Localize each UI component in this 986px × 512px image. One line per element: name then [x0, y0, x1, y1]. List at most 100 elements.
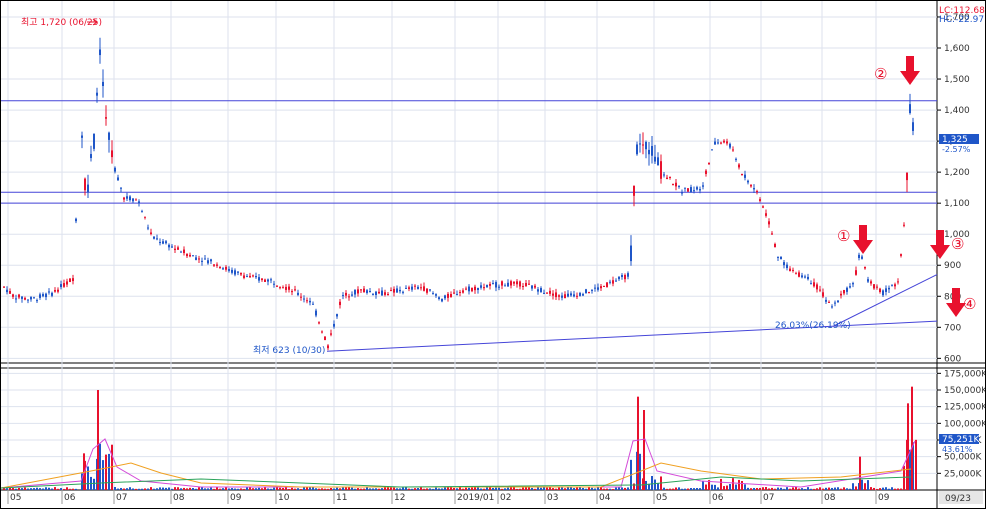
- volume-bar: [618, 487, 620, 490]
- volume-bar: [246, 487, 248, 490]
- candle-body: [858, 254, 860, 259]
- volume-bar: [726, 485, 728, 490]
- candle-body: [804, 276, 806, 278]
- volume-bar: [447, 487, 449, 490]
- candle-body: [624, 274, 626, 280]
- candle-body: [567, 293, 569, 297]
- candle-body: [144, 216, 146, 218]
- volume-bar: [162, 487, 164, 490]
- volume-bar: [870, 487, 872, 490]
- price-tick-label: 1,500: [944, 75, 970, 85]
- volume-bar: [867, 480, 869, 490]
- candle-body: [546, 292, 548, 294]
- date-label: 11: [336, 493, 347, 503]
- candle-body: [780, 256, 782, 260]
- candle-body: [432, 293, 434, 295]
- volume-bar: [18, 487, 20, 490]
- volume-bar: [585, 488, 587, 490]
- candle-body: [429, 289, 431, 291]
- candle-body: [402, 291, 404, 293]
- low-annotation: 최저 623 (10/30): [253, 345, 325, 356]
- candle-body: [297, 292, 299, 295]
- volume-bar: [891, 487, 893, 490]
- volume-bar: [30, 488, 32, 490]
- volume-bar: [873, 487, 875, 490]
- candle-body: [3, 286, 5, 288]
- volume-bar: [402, 487, 404, 490]
- candle-body: [468, 286, 470, 292]
- volume-bar: [471, 487, 473, 490]
- candle-body: [435, 294, 437, 296]
- volume-bar: [72, 488, 74, 490]
- candle-body: [96, 92, 98, 96]
- volume-bar: [504, 488, 506, 490]
- volume-bar: [747, 487, 749, 490]
- volume-bar: [300, 488, 302, 490]
- volume-bar: [360, 488, 362, 490]
- candle-body: [846, 287, 848, 292]
- candle-body: [507, 282, 509, 287]
- volume-bar: [132, 488, 134, 490]
- volume-bar: [516, 488, 518, 490]
- candle-body: [630, 245, 632, 262]
- candle-body: [642, 144, 644, 146]
- volume-bar: [627, 487, 629, 490]
- volume-bar: [846, 488, 848, 490]
- current-date: 09/23: [945, 494, 971, 504]
- volume-bar: [759, 487, 761, 490]
- candle-body: [561, 295, 563, 298]
- volume-bar: [117, 488, 119, 490]
- volume-bar: [429, 488, 431, 490]
- volume-bar: [330, 487, 332, 490]
- volume-bar: [273, 487, 275, 490]
- candle-body: [423, 286, 425, 291]
- volume-bar: [153, 488, 155, 490]
- volume-bar: [675, 487, 677, 490]
- date-label: 09: [230, 493, 242, 503]
- volume-bar: [198, 487, 200, 490]
- candle-body: [165, 241, 167, 244]
- volume-bar: [420, 487, 422, 490]
- candle-body: [774, 243, 776, 248]
- candle-body: [246, 276, 248, 278]
- candle-body: [243, 275, 245, 278]
- candle-body: [189, 254, 191, 257]
- volume-bar: [594, 488, 596, 490]
- candle-body: [255, 276, 257, 278]
- candle-body: [375, 291, 377, 296]
- volume-bar: [381, 488, 383, 490]
- current-volume: 75,251K: [942, 435, 980, 445]
- volume-bar: [663, 487, 665, 490]
- candle-body: [597, 287, 599, 290]
- candle-body: [90, 154, 92, 159]
- volume-bar: [294, 488, 296, 490]
- candle-body: [861, 256, 863, 259]
- candle-body: [138, 201, 140, 203]
- candle-body: [27, 299, 29, 301]
- candle-body: [360, 289, 362, 291]
- candle-body: [324, 336, 326, 340]
- candle-body: [117, 177, 119, 181]
- candle-body: [333, 323, 335, 327]
- volume-bar: [69, 488, 71, 490]
- candle-body: [345, 292, 347, 296]
- date-label: 05: [10, 493, 21, 503]
- volume-bar: [549, 487, 551, 490]
- volume-bar: [141, 488, 143, 490]
- volume-bar: [855, 486, 857, 490]
- volume-bar: [189, 487, 191, 490]
- candle-body: [681, 192, 683, 194]
- candle-body: [813, 282, 815, 287]
- candle-body: [783, 262, 785, 266]
- candle-body: [51, 292, 53, 296]
- volume-bar: [249, 487, 251, 490]
- volume-bar: [288, 488, 290, 490]
- volume-bar: [774, 488, 776, 490]
- date-label: 08: [824, 493, 836, 503]
- volume-bar: [51, 488, 53, 490]
- candle-body: [741, 174, 743, 176]
- candle-body: [729, 143, 731, 148]
- volume-bar: [366, 487, 368, 490]
- volume-bar: [900, 488, 902, 490]
- volume-bar: [609, 488, 611, 490]
